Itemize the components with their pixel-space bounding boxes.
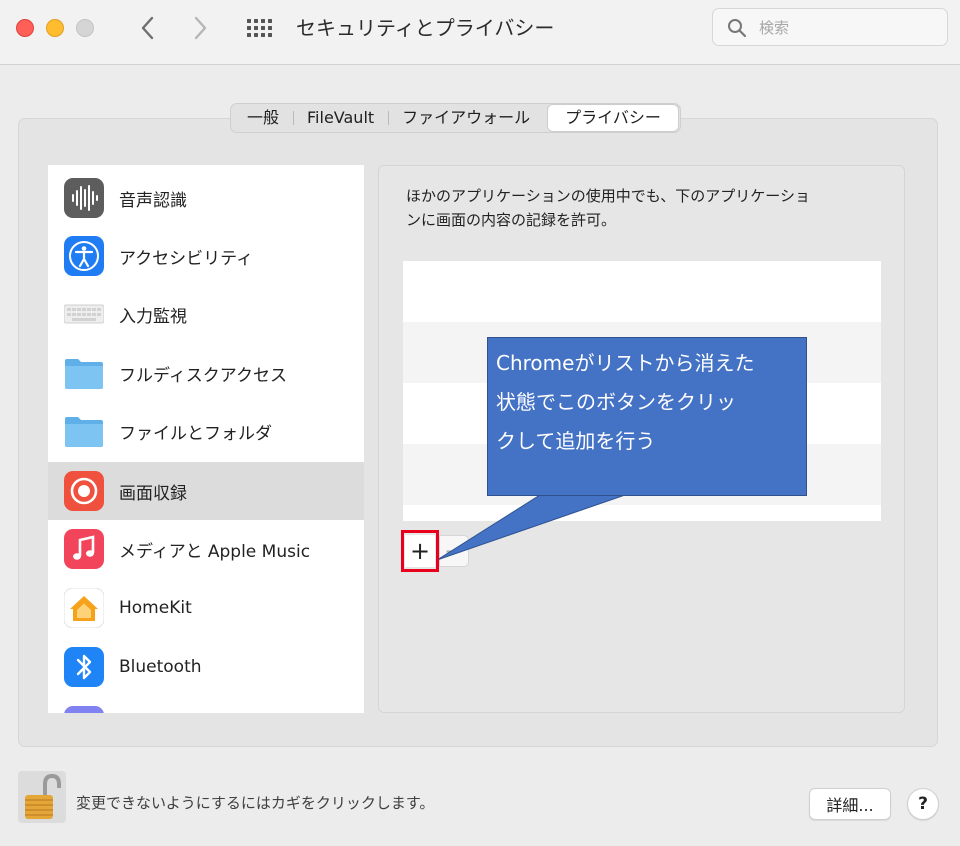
sidebar-item-label: アクセシビリティ [119, 248, 254, 269]
minimize-window-button[interactable] [46, 19, 64, 37]
bluetooth-icon [64, 647, 104, 687]
sidebar-item-screen-recording[interactable]: 画面収録 [48, 462, 364, 520]
tab-bar: 一般 FileVault ファイアウォール プライバシー [230, 103, 681, 133]
permission-description-line: ほかのアプリケーションの使用中でも、下のアプリケーショ [406, 187, 810, 205]
forward-button[interactable] [186, 12, 216, 44]
callout-line: Chromeがリストから消えた [496, 351, 755, 375]
accessibility-icon [64, 236, 104, 276]
sidebar-item-partial [64, 706, 104, 713]
grid-icon [247, 19, 272, 37]
sidebar-item-label: 入力監視 [119, 306, 187, 327]
magnifier-icon [728, 19, 747, 38]
sidebar-item-speech-recognition[interactable]: 音声認識 [48, 169, 364, 227]
sidebar-item-label: フルディスクアクセス [119, 365, 287, 386]
screen-record-icon [64, 471, 104, 511]
tab-general[interactable]: 一般 [233, 105, 293, 131]
privacy-category-list[interactable]: 音声認識 アクセシビリティ 入力監視 フルディスクアクセス ファイルとフォルダ … [48, 165, 364, 713]
sidebar-item-label: メディアと Apple Music [119, 541, 311, 562]
folder-icon [65, 417, 103, 447]
remove-app-button[interactable]: − [439, 535, 469, 567]
lock-button[interactable] [18, 771, 66, 823]
sidebar-item-label: 画面収録 [119, 483, 187, 504]
folder-icon [65, 359, 103, 389]
tab-firewall[interactable]: ファイアウォール [388, 105, 544, 131]
music-note-icon [64, 529, 104, 569]
chevron-right-icon [194, 16, 207, 40]
sidebar-item-full-disk-access[interactable]: フルディスクアクセス [48, 344, 364, 402]
unlocked-padlock-icon [18, 771, 66, 823]
title-bar: セキュリティとプライバシー [0, 0, 960, 65]
window-title: セキュリティとプライバシー [296, 16, 555, 40]
permission-description: ほかのアプリケーションの使用中でも、下のアプリケーショ ンに画面の内容の記録を許… [406, 184, 886, 232]
callout-line: 状態でこのボタンをクリッ [496, 390, 736, 414]
chevron-left-icon [141, 16, 154, 40]
sidebar-item-homekit[interactable]: HomeKit [48, 579, 364, 637]
annotation-callout: Chromeがリストから消えた 状態でこのボタンをクリッ クして追加を行う [487, 337, 807, 496]
waveform-icon [64, 178, 104, 218]
add-button-highlight [401, 530, 439, 572]
search-input[interactable] [757, 15, 941, 41]
sidebar-item-bluetooth[interactable]: Bluetooth [48, 638, 364, 696]
close-window-button[interactable] [16, 19, 34, 37]
sidebar-item-media-apple-music[interactable]: メディアと Apple Music [48, 520, 364, 578]
back-button[interactable] [132, 12, 162, 44]
sidebar-item-label: ファイルとフォルダ [119, 423, 272, 444]
details-button[interactable]: 詳細... [809, 788, 891, 820]
sidebar-item-accessibility[interactable]: アクセシビリティ [48, 227, 364, 285]
lock-instruction-text: 変更できないようにするにはカギをクリックします。 [76, 794, 435, 812]
sidebar-item-label: HomeKit [119, 598, 192, 618]
callout-line: クして追加を行う [496, 429, 656, 453]
sidebar-item-label: 音声認識 [119, 190, 187, 211]
sidebar-item-label: Bluetooth [119, 657, 202, 677]
search-field[interactable] [712, 8, 948, 46]
keyboard-icon [64, 304, 104, 324]
home-icon [64, 588, 104, 628]
show-all-button[interactable] [244, 14, 274, 44]
sidebar-item-files-and-folders[interactable]: ファイルとフォルダ [48, 402, 364, 460]
tab-privacy[interactable]: プライバシー [548, 105, 678, 131]
sidebar-item-input-monitoring[interactable]: 入力監視 [48, 285, 364, 343]
help-button[interactable]: ? [907, 788, 939, 820]
list-row[interactable] [403, 261, 881, 322]
zoom-window-button[interactable] [76, 19, 94, 37]
tab-filevault[interactable]: FileVault [293, 105, 388, 131]
permission-description-line: ンに画面の内容の記録を許可。 [406, 211, 617, 229]
